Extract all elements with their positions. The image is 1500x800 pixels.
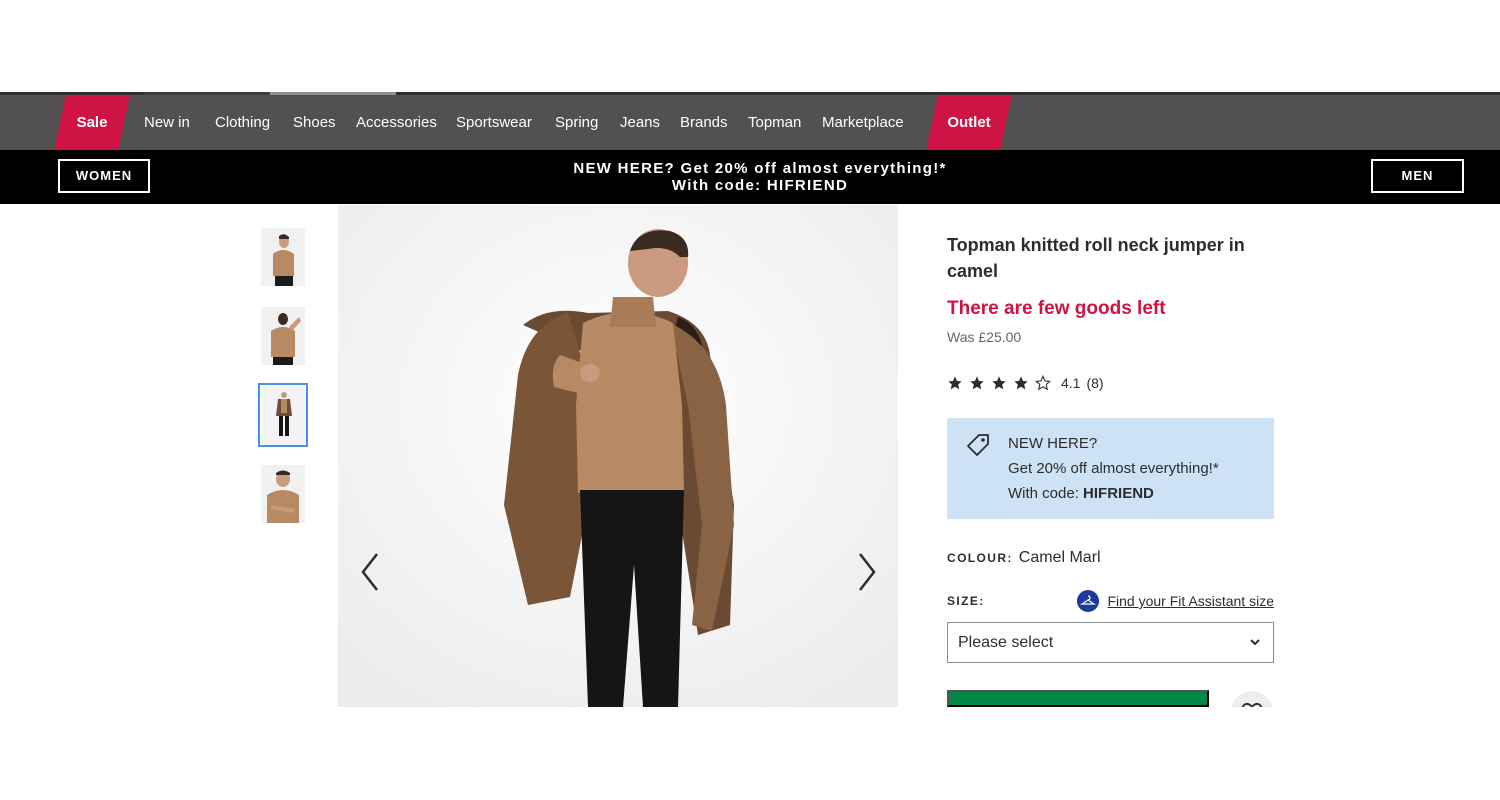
product-thumbnail-image xyxy=(261,465,305,523)
was-price: Was £25.00 xyxy=(947,329,1022,345)
fit-assistant-icon xyxy=(1077,590,1100,612)
star-filled-icon xyxy=(992,376,1006,390)
women-button[interactable]: WOMEN xyxy=(58,159,150,193)
hanger-icon xyxy=(1080,595,1097,605)
heart-icon xyxy=(1231,691,1273,707)
nav-item-shoes[interactable]: Shoes xyxy=(293,95,336,150)
save-for-later-button[interactable] xyxy=(1230,690,1274,707)
promo-bar: WOMEN NEW HERE? Get 20% off almost every… xyxy=(0,150,1500,204)
product-thumbnail-image xyxy=(261,307,305,365)
nav-item-outlet[interactable]: Outlet xyxy=(926,95,1012,150)
gallery-thumbnail-4[interactable] xyxy=(261,465,305,523)
viewport-bottom-blank xyxy=(0,707,1500,800)
size-select-value: Please select xyxy=(958,634,1054,651)
size-row: SIZE: Find your Fit Assistant size xyxy=(947,590,1274,612)
product-photo xyxy=(338,205,898,707)
nav-item-new-in[interactable]: New in xyxy=(144,95,190,150)
price-tag-icon xyxy=(967,434,989,456)
gallery-thumbnail-1[interactable] xyxy=(261,228,305,286)
star-filled-icon xyxy=(948,376,962,390)
next-image-button[interactable] xyxy=(852,550,882,594)
nav-item-spring[interactable]: Spring xyxy=(555,95,598,150)
rating-summary[interactable]: 4.1 (8) xyxy=(947,372,1104,394)
promo-box-line-1: NEW HERE? xyxy=(1008,435,1098,452)
nav-item-marketplace[interactable]: Marketplace xyxy=(822,95,904,150)
nav-item-sale[interactable]: Sale xyxy=(54,95,130,150)
promo-line-1: NEW HERE? Get 20% off almost everything!… xyxy=(573,160,947,177)
chevron-left-icon xyxy=(361,553,378,591)
promo-box-line-3: With code: HIFRIEND xyxy=(1008,481,1219,506)
colour-row: COLOUR: Camel Marl xyxy=(947,549,1101,567)
chevron-down-icon xyxy=(1249,623,1261,677)
product-thumbnail-image xyxy=(261,228,305,286)
add-to-bag-label: ADD TO BAG xyxy=(949,692,1207,705)
rating-count: (8) xyxy=(1086,375,1104,391)
nav-item-brands[interactable]: Brands xyxy=(680,95,728,150)
size-label: SIZE: xyxy=(947,594,985,608)
promo-code: HIFRIEND xyxy=(1083,485,1154,502)
product-main-image[interactable] xyxy=(338,205,898,707)
rating-value: 4.1 xyxy=(1061,375,1081,391)
product-title: Topman knitted roll neck jumper in camel xyxy=(947,235,1245,281)
fit-assistant-text: Find your Fit Assistant size xyxy=(1107,593,1274,609)
star-filled-icon xyxy=(970,376,984,390)
nav-item-jeans[interactable]: Jeans xyxy=(620,95,660,150)
gallery-thumbnail-2[interactable] xyxy=(261,307,305,365)
new-customer-promo: NEW HERE? Get 20% off almost everything!… xyxy=(947,418,1274,519)
nav-item-accessories[interactable]: Accessories xyxy=(356,95,437,150)
nav-item-clothing[interactable]: Clothing xyxy=(215,95,270,150)
stock-message: There are few goods left xyxy=(947,298,1166,319)
colour-value: Camel Marl xyxy=(1018,549,1101,566)
gallery-thumbnail-3[interactable] xyxy=(258,383,308,447)
chevron-right-icon xyxy=(859,553,876,591)
prev-image-button[interactable] xyxy=(355,550,385,594)
promo-code-prefix: With code: xyxy=(1008,485,1084,502)
colour-label: COLOUR: xyxy=(947,551,1013,565)
nav-item-sportswear[interactable]: Sportswear xyxy=(456,95,532,150)
rating-stars xyxy=(947,375,1051,391)
men-button[interactable]: MEN xyxy=(1371,159,1464,193)
nav-item-topman[interactable]: Topman xyxy=(748,95,801,150)
star-outline-icon xyxy=(1035,375,1051,391)
add-to-bag-button[interactable]: ADD TO BAG xyxy=(947,690,1209,707)
size-select[interactable]: Please select xyxy=(947,622,1274,663)
promo-message[interactable]: NEW HERE? Get 20% off almost everything!… xyxy=(450,160,1070,194)
fit-assistant-link[interactable]: Find your Fit Assistant size xyxy=(1077,590,1274,612)
promo-line-2: With code: HIFRIEND xyxy=(671,177,849,194)
category-nav: Sale New in Clothing Shoes Accessories S… xyxy=(0,92,1500,150)
product-thumbnail-image xyxy=(261,386,305,444)
promo-box-line-2: Get 20% off almost everything!* xyxy=(1008,460,1219,477)
star-filled-icon xyxy=(1014,376,1028,390)
